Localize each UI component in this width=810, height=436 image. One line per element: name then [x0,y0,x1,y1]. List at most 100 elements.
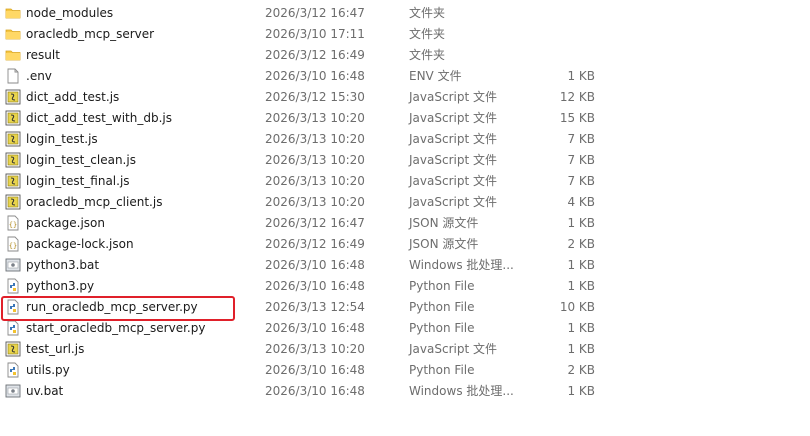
file-type: Python File [409,279,475,293]
file-list: node_modules 2026/3/12 16:47 文件夹 oracledb_… [0,3,810,402]
python-file-icon [5,318,21,339]
file-size: 1 KB [567,69,595,83]
file-type: ENV 文件 [409,69,462,83]
file-size [500,3,595,24]
file-date: 2026/3/12 16:47 [265,6,365,20]
file-name: login_test.js [26,132,98,146]
file-row[interactable]: login_test_final.js 2026/3/13 10:20 JavaSc… [0,171,810,192]
file-row[interactable]: dict_add_test.js 2026/3/12 15:30 JavaScrip… [0,87,810,108]
file-size [500,24,595,45]
file-name: result [26,48,60,62]
file-type: Python File [409,321,475,335]
file-row[interactable]: node_modules 2026/3/12 16:47 文件夹 [0,3,810,24]
file-name: package-lock.json [26,237,134,251]
folder-icon [5,3,21,24]
file-name: package.json [26,216,106,230]
js-file-icon [5,87,21,108]
file-row[interactable]: utils.py 2026/3/10 16:48 Python File 2 KB [0,360,810,381]
file-type: JSON 源文件 [409,237,479,251]
file-name: node_modules [26,6,114,20]
file-name: dict_add_test_with_db.js [26,111,172,125]
file-name: oracledb_mcp_client.js [26,195,163,209]
file-date: 2026/3/13 10:20 [265,195,365,209]
file-name: uv.bat [26,384,64,398]
file-name: test_url.js [26,342,85,356]
file-date: 2026/3/12 16:47 [265,216,365,230]
file-size: 10 KB [559,300,595,314]
file-size: 1 KB [567,384,595,398]
file-row[interactable]: python3.py 2026/3/10 16:48 Python File 1 KB [0,276,810,297]
file-row[interactable]: oracledb_mcp_server 2026/3/10 17:11 文件夹 [0,24,810,45]
file-row[interactable]: result 2026/3/12 16:49 文件夹 [0,45,810,66]
file-row[interactable]: uv.bat 2026/3/10 16:48 Windows 批处理... 1 KB [0,381,810,402]
file-row[interactable]: test_url.js 2026/3/13 10:20 JavaScript 文件 1… [0,339,810,360]
file-date: 2026/3/10 16:48 [265,279,365,293]
file-type: JavaScript 文件 [409,111,497,125]
file-size: 1 KB [567,216,595,230]
file-type: Windows 批处理... [409,258,514,272]
file-type: 文件夹 [409,6,446,20]
bat-file-icon [5,255,21,276]
file-type: Python File [409,363,475,377]
file-row[interactable]: login_test.js 2026/3/13 10:20 JavaScript 文… [0,129,810,150]
file-type: JavaScript 文件 [409,174,497,188]
python-file-icon [5,276,21,297]
file-row[interactable]: dict_add_test_with_db.js 2026/3/13 10:20 J… [0,108,810,129]
file-type: Python File [409,300,475,314]
folder-icon [5,24,21,45]
file-row[interactable]: .env 2026/3/10 16:48 ENV 文件 1 KB [0,66,810,87]
file-size: 7 KB [567,174,595,188]
file-row[interactable]: {} package.json 2026/3/12 16:47 JSON 源文件 1 K… [0,213,810,234]
js-file-icon [5,339,21,360]
file-date: 2026/3/12 15:30 [265,90,365,104]
file-date: 2026/3/13 10:20 [265,342,365,356]
file-date: 2026/3/10 16:48 [265,321,365,335]
file-size: 1 KB [567,258,595,272]
file-name: dict_add_test.js [26,90,120,104]
file-date: 2026/3/12 16:49 [265,237,365,251]
file-size: 2 KB [567,363,595,377]
file-size: 1 KB [567,342,595,356]
file-date: 2026/3/10 17:11 [265,27,365,41]
file-row[interactable]: python3.bat 2026/3/10 16:48 Windows 批处理...… [0,255,810,276]
file-name: login_test_clean.js [26,153,136,167]
blank-file-icon [5,66,21,87]
js-file-icon [5,129,21,150]
bat-file-icon [5,381,21,402]
file-type: JavaScript 文件 [409,90,497,104]
file-size: 1 KB [567,321,595,335]
file-size: 12 KB [559,90,595,104]
file-name: .env [26,69,52,83]
file-date: 2026/3/13 10:20 [265,132,365,146]
file-type: JavaScript 文件 [409,153,497,167]
file-date: 2026/3/12 16:49 [265,48,365,62]
file-size: 15 KB [559,111,595,125]
file-size: 1 KB [567,279,595,293]
file-name: oracledb_mcp_server [26,27,155,41]
file-date: 2026/3/10 16:48 [265,69,365,83]
file-date: 2026/3/13 10:20 [265,174,365,188]
svg-text:{}: {} [9,221,17,229]
file-row[interactable]: login_test_clean.js 2026/3/13 10:20 JavaSc… [0,150,810,171]
file-row[interactable]: oracledb_mcp_client.js 2026/3/13 10:20 Jav… [0,192,810,213]
file-date: 2026/3/13 12:54 [265,300,365,314]
js-file-icon [5,150,21,171]
file-row[interactable]: start_oracledb_mcp_server.py 2026/3/10 16… [0,318,810,339]
js-file-icon [5,171,21,192]
file-row[interactable]: {} package-lock.json 2026/3/12 16:49 JSON 源… [0,234,810,255]
file-type: 文件夹 [409,48,446,62]
python-file-icon [5,360,21,381]
json-file-icon: {} [5,234,21,255]
file-date: 2026/3/10 16:48 [265,363,365,377]
file-name: python3.bat [26,258,100,272]
json-file-icon: {} [5,213,21,234]
file-date: 2026/3/13 10:20 [265,111,365,125]
file-date: 2026/3/10 16:48 [265,384,365,398]
js-file-icon [5,108,21,129]
file-type: JavaScript 文件 [409,342,497,356]
file-size: 4 KB [567,195,595,209]
file-type: Windows 批处理... [409,384,514,398]
file-type: JavaScript 文件 [409,195,497,209]
file-type: 文件夹 [409,27,446,41]
folder-icon [5,45,21,66]
